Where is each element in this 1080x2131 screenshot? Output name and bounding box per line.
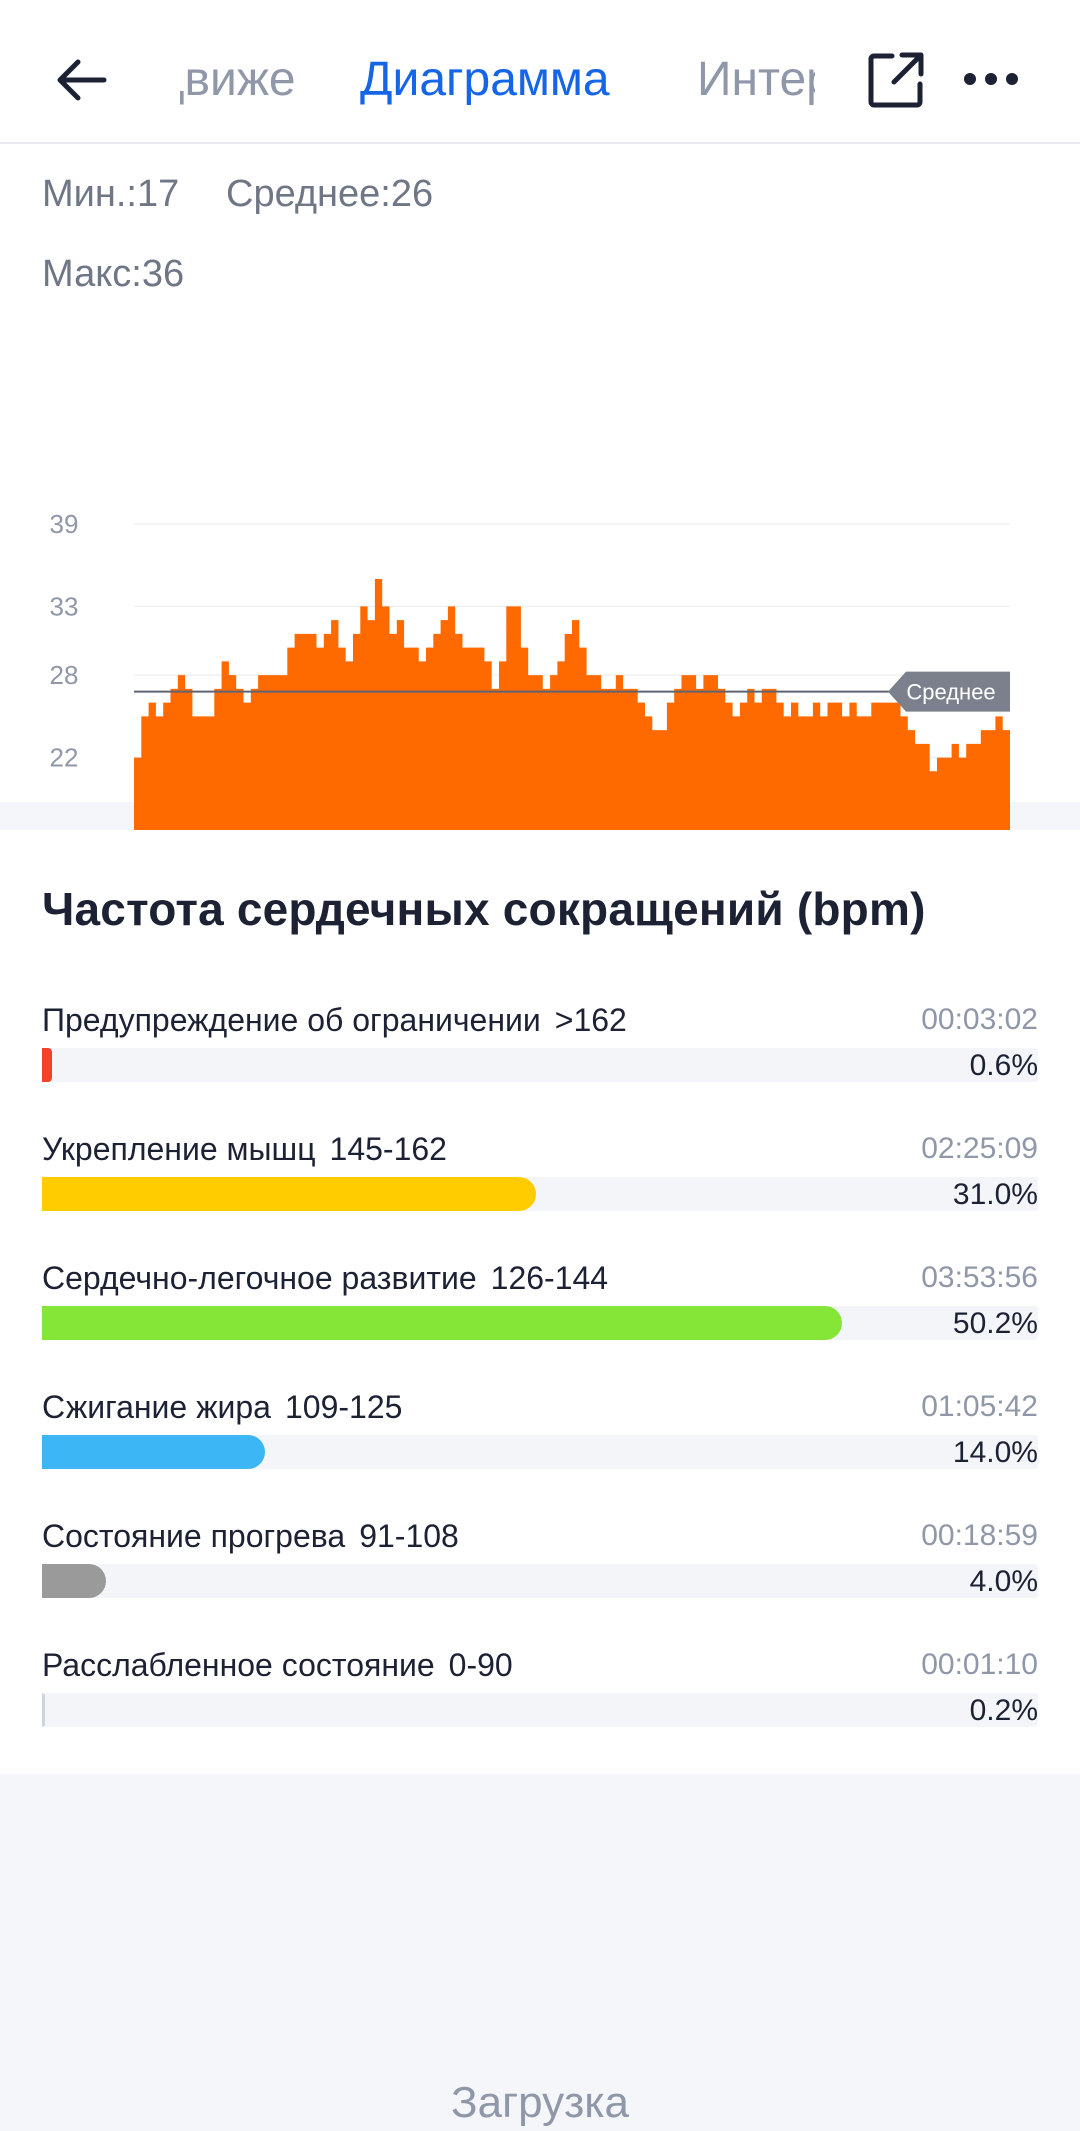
zone-label: Сжигание жира 109-125 bbox=[42, 1387, 402, 1427]
zone-row-cardio: Сердечно-легочное развитие 126-144 03:53:… bbox=[42, 1258, 1038, 1348]
zone-time: 00:01:10 bbox=[921, 1648, 1038, 1681]
top-bar: Движение Диаграмма Интервалы bbox=[0, 0, 1080, 144]
zone-row-warmup: Состояние прогрева 91-108 00:18:59 4.0% bbox=[42, 1516, 1038, 1606]
heart-rate-area bbox=[134, 578, 1010, 840]
stat-min: Мин.:17 bbox=[42, 173, 180, 215]
zone-name: Состояние прогрева bbox=[42, 1518, 346, 1554]
zone-time: 01:05:42 bbox=[921, 1390, 1038, 1423]
zone-percent: 0.6% bbox=[969, 1049, 1038, 1082]
zone-label: Расслабленное состояние 0-90 bbox=[42, 1645, 513, 1685]
zone-progress-track bbox=[42, 1435, 1038, 1469]
zone-time: 00:03:02 bbox=[921, 1003, 1038, 1036]
loading-label: Загрузка bbox=[451, 2078, 629, 2127]
stat-avg: Среднее:26 bbox=[226, 173, 434, 215]
zone-progress-track bbox=[42, 1693, 1038, 1727]
zone-label: Укрепление мышц 145-162 bbox=[42, 1129, 447, 1169]
zone-row-limit: Предупреждение об ограничении >162 00:03:… bbox=[42, 1000, 1038, 1090]
zone-progress-track bbox=[42, 1306, 1038, 1340]
zone-range: >162 bbox=[554, 1002, 627, 1038]
tab-movement[interactable]: Движение bbox=[180, 48, 298, 112]
zone-label: Сердечно-легочное развитие 126-144 bbox=[42, 1258, 608, 1298]
heart-rate-zones-card: Частота сердечных сокращений (bpm) Преду… bbox=[0, 830, 1080, 1774]
zone-range: 109-125 bbox=[284, 1389, 403, 1425]
share-icon[interactable] bbox=[866, 50, 926, 110]
zone-time: 02:25:09 bbox=[921, 1132, 1038, 1165]
zone-name: Предупреждение об ограничении bbox=[42, 1002, 541, 1038]
zone-progress-track bbox=[42, 1177, 1038, 1211]
average-label: Среднее bbox=[906, 680, 995, 705]
tab-chart[interactable]: Диаграмма bbox=[360, 48, 610, 112]
zone-name: Сжигание жира bbox=[42, 1389, 271, 1425]
zone-time: 03:53:56 bbox=[921, 1261, 1038, 1294]
zone-percent: 0.2% bbox=[969, 1694, 1038, 1727]
zone-progress-fill bbox=[42, 1177, 537, 1211]
zone-row-muscle: Укрепление мышц 145-162 02:25:09 31.0% bbox=[42, 1129, 1038, 1219]
zone-percent: 4.0% bbox=[969, 1565, 1038, 1598]
zone-progress-fill bbox=[42, 1693, 46, 1727]
zone-percent: 50.2% bbox=[952, 1307, 1038, 1340]
zone-range: 126-144 bbox=[490, 1260, 609, 1296]
zone-progress-fill bbox=[42, 1564, 106, 1598]
zone-time: 00:18:59 bbox=[921, 1519, 1038, 1552]
zone-progress-fill bbox=[42, 1435, 266, 1469]
zone-name: Укрепление мышц bbox=[42, 1131, 316, 1167]
back-arrow-icon[interactable] bbox=[50, 48, 114, 112]
zone-progress-fill bbox=[42, 1306, 842, 1340]
y-tick-label: 28 bbox=[50, 660, 79, 690]
stat-max: Макс:36 bbox=[42, 253, 185, 295]
section-title: Частота сердечных сокращений (bpm) bbox=[42, 883, 926, 935]
zone-row-fat-burn: Сжигание жира 109-125 01:05:42 14.0% bbox=[42, 1387, 1038, 1477]
zone-range: 0-90 bbox=[448, 1647, 513, 1683]
zone-percent: 14.0% bbox=[952, 1436, 1038, 1469]
zone-name: Сердечно-легочное развитие bbox=[42, 1260, 477, 1296]
more-icon[interactable] bbox=[963, 66, 1019, 92]
tab-intervals[interactable]: Интервалы bbox=[697, 48, 815, 112]
zone-label: Состояние прогрева 91-108 bbox=[42, 1516, 459, 1556]
zone-label: Предупреждение об ограничении >162 bbox=[42, 1000, 627, 1040]
zone-progress-track bbox=[42, 1564, 1038, 1598]
zone-range: 145-162 bbox=[329, 1131, 447, 1167]
zone-name: Расслабленное состояние bbox=[42, 1647, 435, 1683]
zone-range: 91-108 bbox=[359, 1518, 459, 1554]
chart-card: Мин.:17 Среднее:26 Макс:36 3933282216Сре… bbox=[0, 144, 1080, 882]
zone-percent: 31.0% bbox=[952, 1178, 1038, 1211]
zone-progress-track bbox=[42, 1048, 1038, 1082]
zone-progress-fill bbox=[42, 1048, 52, 1082]
y-tick-label: 33 bbox=[50, 591, 79, 621]
zone-row-relaxed: Расслабленное состояние 0-90 00:01:10 0.2… bbox=[42, 1645, 1038, 1735]
y-tick-label: 22 bbox=[50, 743, 79, 773]
y-tick-label: 39 bbox=[50, 509, 79, 539]
